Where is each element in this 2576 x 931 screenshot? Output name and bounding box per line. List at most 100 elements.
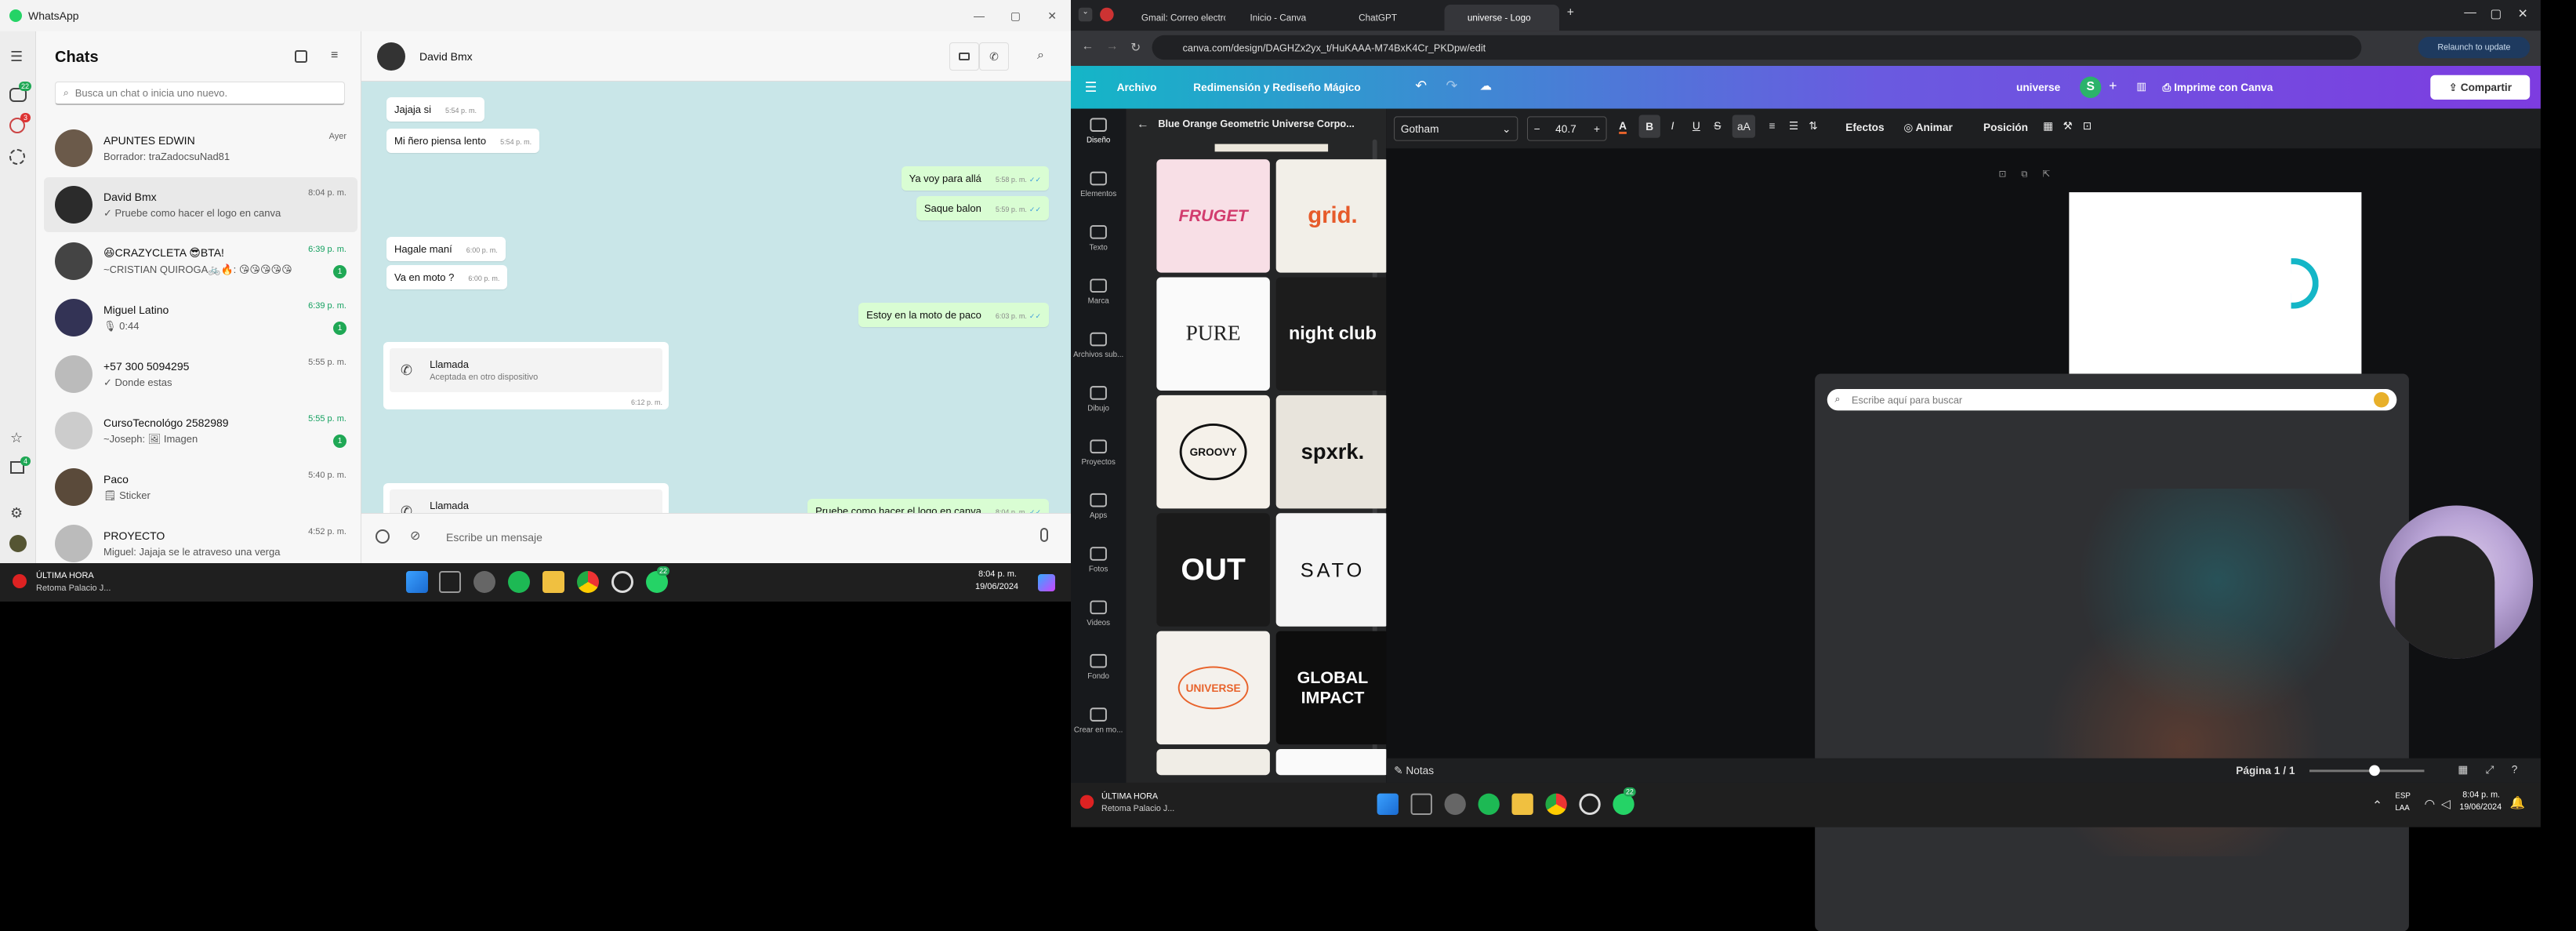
share-button[interactable]: ⇪ Compartir	[2430, 75, 2531, 100]
template-pure[interactable]: PURE	[1156, 277, 1270, 391]
template-partial-right[interactable]	[1275, 749, 1390, 776]
video-call-button[interactable]	[949, 42, 979, 71]
chat-list-item[interactable]: Miguel Latino 🎙 0:44 6:39 p. m. 1	[44, 290, 357, 345]
profile-tab-icon[interactable]	[1100, 7, 1114, 22]
call-message[interactable]: ✆ Llamada Aceptada en otro dispositivo 6:12…	[383, 342, 669, 409]
new-chat-icon[interactable]	[295, 50, 307, 63]
message-input[interactable]: Escribe un mensaje	[446, 531, 542, 544]
task-view-icon[interactable]	[439, 571, 461, 593]
tab-canva-home[interactable]: Inicio - Canva	[1227, 5, 1334, 31]
user-avatar[interactable]: S	[2080, 76, 2102, 98]
notes-button[interactable]: ✎ Notas	[1394, 765, 1434, 778]
template-global-impact[interactable]: GLOBAL IMPACT	[1275, 631, 1390, 745]
doc-name[interactable]: universe	[2016, 82, 2060, 94]
template-sato[interactable]: SATO	[1275, 513, 1390, 627]
menu-archivo[interactable]: Archivo	[1117, 82, 1157, 94]
start-icon-right[interactable]	[1377, 793, 1399, 815]
template-grid[interactable]: grid.	[1275, 159, 1390, 273]
sidebar-item[interactable]: Fotos	[1071, 547, 1126, 573]
clock-time-right[interactable]: 8:04 p. m.	[2462, 791, 2500, 800]
close-icon[interactable]: ✕	[1047, 9, 1057, 23]
clock-date[interactable]: 19/06/2024	[975, 582, 1018, 591]
tab-gmail[interactable]: Gmail: Correo electrónico gratu...	[1119, 5, 1225, 31]
obs-icon[interactable]	[611, 571, 633, 593]
filter-icon[interactable]: ≡	[331, 49, 338, 63]
sidebar-item[interactable]: Archivos sub...	[1071, 332, 1126, 359]
page-duplicate-icon[interactable]: ⧉	[2021, 169, 2027, 180]
paint-format-icon[interactable]: ⚒	[2063, 119, 2073, 133]
copilot-icon[interactable]	[1038, 574, 1055, 591]
font-select[interactable]: Gotham ⌄	[1394, 116, 1518, 141]
chat-list-item[interactable]: 😆CRAZYCLETA 😎BTA! ~CRISTIAN QUIROGA🚲🔥: 😘😘…	[44, 234, 357, 289]
sidebar-item[interactable]: Texto	[1071, 225, 1126, 252]
bold-icon[interactable]: B	[1638, 115, 1660, 138]
chat-list-item[interactable]: David Bmx ✓ Pruebe como hacer el logo en …	[44, 177, 357, 232]
template-universe[interactable]: UNIVERSE	[1156, 631, 1270, 745]
animate-button[interactable]: ◎ Animar	[1903, 121, 1952, 134]
tray-chevron-icon[interactable]: ⌃	[2372, 798, 2382, 814]
sidebar-item[interactable]: Proyectos	[1071, 439, 1126, 467]
grid-view-icon[interactable]: ▦	[2458, 763, 2468, 776]
page-indicator[interactable]: Página 1 / 1	[2236, 765, 2295, 777]
underline-icon[interactable]: U	[1693, 119, 1700, 132]
forward-icon[interactable]: →	[1106, 40, 1119, 54]
profile-avatar[interactable]	[9, 535, 27, 552]
outgoing-message[interactable]: Ya voy para allá 5:58 p. m. ✓✓	[901, 166, 1049, 191]
modal-search-input[interactable]: ⌕ Escribe aquí para buscar	[1827, 389, 2397, 411]
file-explorer-icon[interactable]	[542, 571, 564, 593]
settings-app-icon[interactable]	[473, 571, 495, 593]
sidebar-item[interactable]: Videos	[1071, 600, 1126, 627]
attach-icon[interactable]: ⊘	[410, 528, 420, 544]
incoming-message[interactable]: Mi ñero piensa lento 5:54 p. m.	[386, 129, 540, 153]
magic-resize-menu[interactable]: Redimensión y Rediseño Mágico	[1193, 82, 1360, 94]
news-widget[interactable]: ÚLTIMA HORA Retoma Palacio J...	[13, 569, 146, 596]
position-button[interactable]: Posición	[1983, 121, 2028, 133]
sidebar-item[interactable]: Elementos	[1071, 171, 1126, 198]
call-card[interactable]: ✆ Llamada Aceptada en otro dispositivo	[390, 348, 662, 392]
tab-canva-design[interactable]: universe - Logo	[1444, 4, 1560, 31]
chat-list-item[interactable]: +57 300 5094295 ✓ Donde estas 5:55 p. m.	[44, 347, 357, 402]
search-chat-icon[interactable]: ⌕	[1037, 49, 1044, 63]
minimize-icon[interactable]: —	[974, 9, 985, 22]
strikethrough-icon[interactable]: S	[1714, 119, 1721, 132]
window-minimize-icon[interactable]: —	[2464, 6, 2476, 20]
contact-avatar[interactable]	[377, 42, 405, 71]
clock-time[interactable]: 8:04 p. m.	[978, 569, 1017, 579]
sidebar-item[interactable]: Dibujo	[1071, 386, 1126, 413]
font-size-value[interactable]: 40.7	[1555, 117, 1576, 140]
sidebar-item[interactable]: Fondo	[1071, 653, 1126, 681]
sidebar-item[interactable]: Crear en mo...	[1071, 707, 1126, 734]
url-field[interactable]: canva.com/design/DAGHZx2yx_t/HuKAAA-M74B…	[1152, 35, 2362, 60]
window-close-icon[interactable]: ✕	[2518, 6, 2528, 22]
start-icon[interactable]	[406, 571, 428, 593]
clock-date-right[interactable]: 19/06/2024	[2459, 802, 2502, 812]
template-out[interactable]: OUT	[1156, 513, 1270, 627]
redo-icon[interactable]: ↷	[1446, 78, 1457, 95]
lock-icon[interactable]: ⊡	[2083, 119, 2092, 133]
spotify-icon-right[interactable]	[1478, 793, 1500, 815]
zoom-thumb[interactable]	[2369, 765, 2380, 776]
outgoing-message[interactable]: Estoy en la moto de paco 6:03 p. m. ✓✓	[858, 303, 1049, 327]
lang-indicator[interactable]: ESP	[2395, 792, 2411, 801]
italic-icon[interactable]: I	[1671, 119, 1674, 132]
contact-name[interactable]: David Bmx	[419, 50, 473, 63]
chrome-icon-right[interactable]	[1545, 793, 1567, 815]
case-icon[interactable]: aA	[1732, 115, 1755, 138]
template-partial-left[interactable]	[1156, 749, 1270, 776]
fullscreen-icon[interactable]: ⤢	[2486, 763, 2494, 776]
page-add-icon[interactable]: ⇱	[2042, 169, 2050, 180]
wifi-icon[interactable]: ◠	[2424, 797, 2435, 813]
settings-icon[interactable]: ⚙	[10, 505, 23, 522]
outgoing-message[interactable]: Saque balon 5:59 p. m. ✓✓	[916, 196, 1049, 220]
spacing-icon[interactable]: ⇅	[1809, 119, 1817, 133]
search-input[interactable]: ⌕ Busca un chat o inicia uno nuevo.	[55, 82, 345, 105]
new-tab-icon[interactable]: +	[1567, 6, 1574, 20]
analytics-icon[interactable]: ▥	[2136, 80, 2146, 93]
sidebar-item[interactable]: Apps	[1071, 493, 1126, 520]
menu-icon[interactable]: ☰	[10, 49, 23, 65]
transparency-icon[interactable]: ▦	[2043, 119, 2053, 133]
template-groovy[interactable]: GROOVY	[1156, 395, 1270, 509]
maximize-icon[interactable]: ▢	[1010, 9, 1021, 23]
template-spark[interactable]: spxrk.	[1275, 395, 1390, 509]
template-fruget[interactable]: FRUGET	[1156, 159, 1270, 273]
